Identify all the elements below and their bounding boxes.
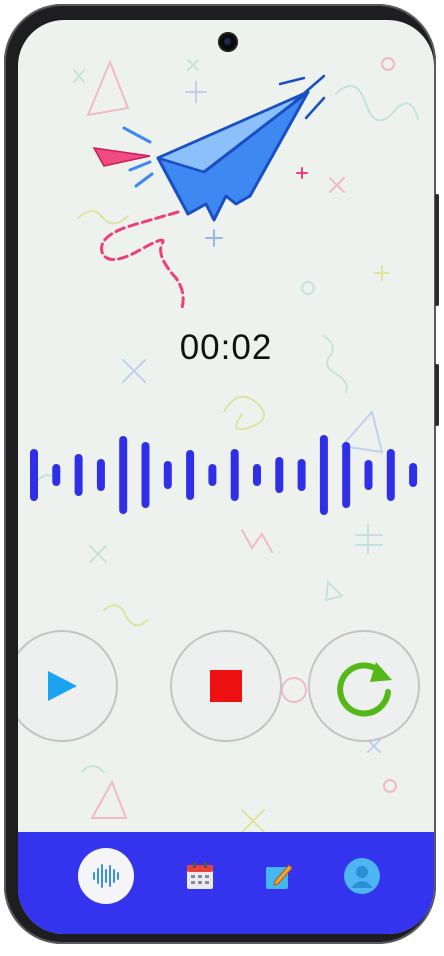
waveform-bar <box>319 435 328 515</box>
stop-button[interactable] <box>170 630 282 742</box>
waveform-bar <box>409 463 418 487</box>
recording-timer: 00:02 <box>179 328 273 367</box>
phone-frame: 00:02 <box>4 4 439 944</box>
nav-calendar-tab[interactable] <box>172 848 228 904</box>
calendar-icon <box>187 862 213 889</box>
waveform-bar <box>163 461 172 489</box>
nav-notes-tab[interactable] <box>250 848 306 904</box>
paper-plane-illustration <box>92 74 326 310</box>
waveform-bar <box>74 454 83 496</box>
waveform-bar <box>342 442 351 508</box>
waveform-bar <box>30 449 38 501</box>
waveform-bar <box>141 442 150 508</box>
app-screen: 00:02 <box>18 20 434 934</box>
waveform-bar <box>253 464 261 486</box>
waveform-bar <box>386 449 395 501</box>
waveform-icon <box>93 864 119 888</box>
waveform-bar <box>208 464 217 486</box>
nav-recorder-tab[interactable] <box>78 848 134 904</box>
notes-icon <box>266 864 293 889</box>
bottom-navigation <box>18 832 434 934</box>
refresh-icon <box>337 662 392 717</box>
waveform-bar <box>364 460 373 490</box>
waveform-bar <box>119 436 128 514</box>
waveform-bar <box>52 464 61 486</box>
play-icon <box>48 671 77 701</box>
reset-button[interactable] <box>308 630 420 742</box>
waveform-bar <box>96 459 105 491</box>
audio-waveform <box>30 435 418 515</box>
profile-icon <box>344 858 380 894</box>
waveform-bar <box>275 457 284 493</box>
power-button <box>435 364 439 426</box>
stop-icon <box>210 670 242 702</box>
nav-profile-tab[interactable] <box>334 848 390 904</box>
waveform-bar <box>186 450 195 500</box>
waveform-bar <box>297 459 306 491</box>
side-button <box>435 194 439 306</box>
waveform-bar <box>230 449 239 501</box>
